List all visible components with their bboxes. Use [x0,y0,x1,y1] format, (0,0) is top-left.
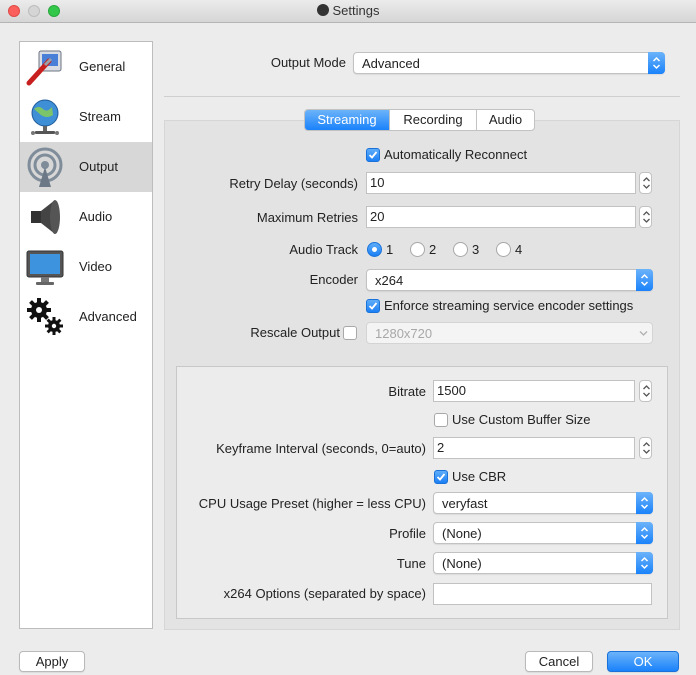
enforce-encoder-settings-label: Enforce streaming service encoder settin… [384,298,634,313]
rescale-resolution-select[interactable]: 1280x720 [366,322,653,344]
obs-logo-icon [316,4,329,16]
checkmark-icon [368,302,378,310]
window-title-area: Settings [0,3,696,18]
auto-reconnect-label: Automatically Reconnect [384,147,528,162]
auto-reconnect-checkbox[interactable] [366,148,380,162]
bitrate-label: Bitrate [388,384,426,399]
settings-sidebar: General Stream Output Audio Video Advanc… [19,41,153,629]
monitor-icon [26,250,64,285]
profile-select[interactable]: (None) [433,522,653,544]
keyframe-interval-input[interactable]: 2 [433,437,635,459]
sidebar-item-label: Audio [79,209,113,224]
encoder-label: Encoder [309,272,358,287]
max-retries-stepper[interactable] [639,206,652,228]
x264-options-label: x264 Options (separated by space) [223,586,426,601]
rescale-output-label: Rescale Output [250,325,340,340]
updown-chevron-icon [636,552,653,574]
sidebar-item-label: Advanced [79,309,137,324]
window-title: Settings [332,3,380,18]
chevron-down-icon [639,331,648,336]
output-tabs: Streaming Recording Audio [304,109,535,131]
general-settings-icon [26,50,62,86]
sidebar-item-general[interactable]: General [20,42,152,92]
bitrate-input[interactable]: 1500 [433,380,635,402]
cpu-preset-select[interactable]: veryfast [433,492,653,514]
tab-recording[interactable]: Recording [390,110,476,130]
stepper-arrows-icon [643,177,650,189]
retry-delay-label: Retry Delay (seconds) [229,176,358,191]
tune-select[interactable]: (None) [433,552,653,574]
updown-chevron-icon [636,492,653,514]
sidebar-item-label: Stream [79,109,121,124]
max-retries-label: Maximum Retries [256,210,358,225]
output-broadcast-icon [27,147,63,187]
stepper-arrows-icon [643,211,650,223]
output-mode-label: Output Mode [270,55,346,70]
cpu-preset-label: CPU Usage Preset (higher = less CPU) [198,496,426,511]
audio-track-radio-1[interactable] [367,242,382,257]
apply-button[interactable]: Apply [19,651,85,672]
audio-track-radio-4[interactable] [496,242,511,257]
bitrate-stepper[interactable] [639,380,652,402]
audio-track-option-label: 2 [429,242,437,257]
sidebar-item-video[interactable]: Video [20,242,152,292]
x264-options-input[interactable] [433,583,652,605]
sidebar-item-output[interactable]: Output [20,142,152,192]
retry-delay-stepper[interactable] [639,172,652,194]
audio-track-option-label: 1 [386,242,394,257]
sidebar-item-label: Video [79,259,113,274]
retry-delay-input[interactable]: 10 [366,172,636,194]
enforce-encoder-settings-checkbox[interactable] [366,299,380,313]
encoder-select[interactable]: x264 [366,269,653,291]
use-cbr-label: Use CBR [452,469,507,484]
profile-label: Profile [389,526,426,541]
tune-label: Tune [396,556,426,571]
sidebar-item-audio[interactable]: Audio [20,192,152,242]
max-retries-input[interactable]: 20 [366,206,636,228]
cancel-button[interactable]: Cancel [525,651,593,672]
audio-track-label: Audio Track [289,242,358,257]
tab-audio[interactable]: Audio [477,110,534,130]
speaker-icon [31,200,60,234]
tab-streaming[interactable]: Streaming [305,110,389,130]
updown-chevron-icon [636,269,653,291]
output-mode-select[interactable]: Advanced [353,52,665,74]
sidebar-item-label: Output [79,159,119,174]
custom-buffer-label: Use Custom Buffer Size [452,412,591,427]
custom-buffer-checkbox[interactable] [434,413,448,427]
sidebar-item-stream[interactable]: Stream [20,92,152,142]
sidebar-item-advanced[interactable]: Advanced [20,292,152,342]
audio-track-option-label: 4 [515,242,523,257]
ok-button[interactable]: OK [607,651,679,672]
updown-chevron-icon [636,522,653,544]
checkmark-icon [436,473,446,481]
stepper-arrows-icon [643,385,650,397]
keyframe-interval-label: Keyframe Interval (seconds, 0=auto) [216,441,426,456]
stream-globe-icon [31,99,59,135]
section-divider [164,96,680,97]
audio-track-radio-3[interactable] [453,242,468,257]
rescale-output-checkbox[interactable] [343,326,357,340]
updown-chevron-icon [648,52,665,74]
gears-icon [27,298,63,335]
stepper-arrows-icon [643,442,650,454]
sidebar-item-label: General [79,59,126,74]
use-cbr-checkbox[interactable] [434,470,448,484]
audio-track-radio-2[interactable] [410,242,425,257]
keyframe-interval-stepper[interactable] [639,437,652,459]
checkmark-icon [368,151,378,159]
audio-track-option-label: 3 [472,242,480,257]
